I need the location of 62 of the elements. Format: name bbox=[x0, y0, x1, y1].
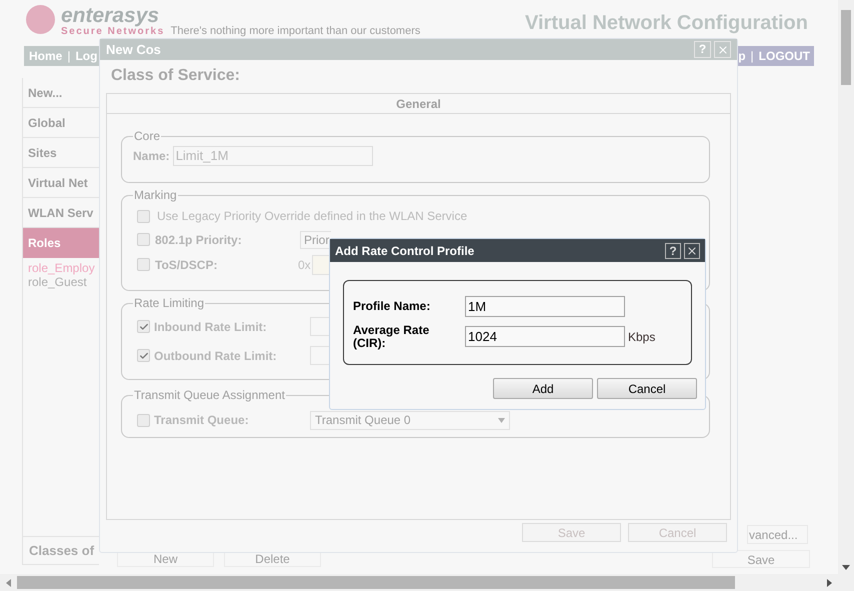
checkbox-label: Transmit Queue: bbox=[154, 412, 250, 429]
horizontal-scrollbar[interactable] bbox=[0, 574, 854, 591]
check-icon bbox=[138, 322, 148, 332]
close-icon bbox=[686, 244, 698, 256]
dropdown-arrow-icon bbox=[498, 418, 505, 422]
nav-link[interactable]: Home bbox=[29, 47, 62, 65]
checkbox[interactable] bbox=[137, 414, 150, 426]
dialog-button[interactable]: Add bbox=[493, 378, 593, 399]
checkbox-label: ToS/DSCP: bbox=[155, 256, 218, 274]
advanced-button[interactable]: vanced... bbox=[747, 525, 808, 544]
sidebar-subitem[interactable]: role_Employ bbox=[28, 261, 94, 275]
nav-separator: | bbox=[750, 48, 754, 65]
nav-separator: | bbox=[67, 48, 70, 65]
sidebar-item[interactable]: Classes of bbox=[23, 536, 99, 565]
scroll-left-icon[interactable] bbox=[6, 578, 11, 586]
tab[interactable]: General bbox=[107, 94, 730, 114]
sidebar-item[interactable]: Roles bbox=[23, 228, 99, 258]
scrollbar-thumb[interactable] bbox=[17, 576, 735, 589]
scroll-down-icon[interactable] bbox=[842, 565, 850, 570]
checkbox[interactable] bbox=[137, 258, 150, 271]
section-legend: Rate Limiting bbox=[133, 294, 206, 312]
page-title: Virtual Network Configuration bbox=[525, 11, 808, 36]
checkbox[interactable] bbox=[137, 320, 150, 333]
logo-subtitle: Secure Networks bbox=[61, 26, 165, 37]
section-legend: Transmit Queue Assignment bbox=[133, 386, 286, 404]
dialog-title: New Cos bbox=[106, 40, 161, 59]
help-button[interactable]: ? bbox=[694, 41, 711, 58]
unit-label: Kbps bbox=[628, 328, 656, 346]
dialog-title: Add Rate Control Profile bbox=[335, 242, 474, 260]
logo-text: enterasys bbox=[61, 5, 160, 26]
checkbox[interactable] bbox=[137, 349, 150, 362]
check-icon bbox=[138, 350, 148, 360]
checkbox[interactable] bbox=[137, 210, 150, 222]
text-field[interactable]: 1024 bbox=[465, 326, 625, 347]
name-field[interactable]: Limit_1M bbox=[172, 146, 373, 166]
checkbox-label: Use Legacy Priority Override defined in the WLAN Service bbox=[157, 208, 468, 225]
transmit-queue-select[interactable]: Transmit Queue 0 bbox=[310, 410, 510, 430]
text-field[interactable]: 1M bbox=[465, 296, 625, 316]
checkbox-label: 802.1p Priority: bbox=[155, 232, 243, 248]
logo-icon bbox=[26, 5, 55, 34]
field-label: Average Rate (CIR): bbox=[353, 324, 430, 350]
vertical-scrollbar[interactable] bbox=[838, 0, 854, 574]
scroll-right-icon[interactable] bbox=[827, 578, 832, 586]
field-label: Name: bbox=[133, 148, 170, 165]
close-icon bbox=[716, 44, 728, 56]
checkbox-label: Outbound Rate Limit: bbox=[154, 348, 278, 364]
nav-link[interactable]: Log bbox=[75, 47, 98, 65]
checkbox[interactable] bbox=[137, 233, 150, 246]
nav-link[interactable]: p bbox=[738, 47, 746, 65]
nav-link[interactable]: LOGOUT bbox=[758, 47, 810, 65]
tagline: There's nothing more important than our customers bbox=[170, 26, 420, 37]
sidebar-subitem[interactable]: role_Guest bbox=[28, 275, 94, 289]
section-legend: Core bbox=[133, 127, 162, 145]
scrollbar-thumb[interactable] bbox=[841, 10, 851, 85]
checkbox-label: Inbound Rate Limit: bbox=[154, 318, 268, 336]
dialog-heading: Class of Service: bbox=[110, 66, 241, 86]
close-button[interactable] bbox=[684, 242, 700, 258]
help-button[interactable]: ? bbox=[665, 242, 681, 258]
field-label: Profile Name: bbox=[353, 300, 432, 312]
tos-field[interactable] bbox=[312, 254, 330, 274]
dialog-button[interactable]: Cancel bbox=[597, 378, 697, 399]
section-legend: Marking bbox=[133, 186, 178, 204]
